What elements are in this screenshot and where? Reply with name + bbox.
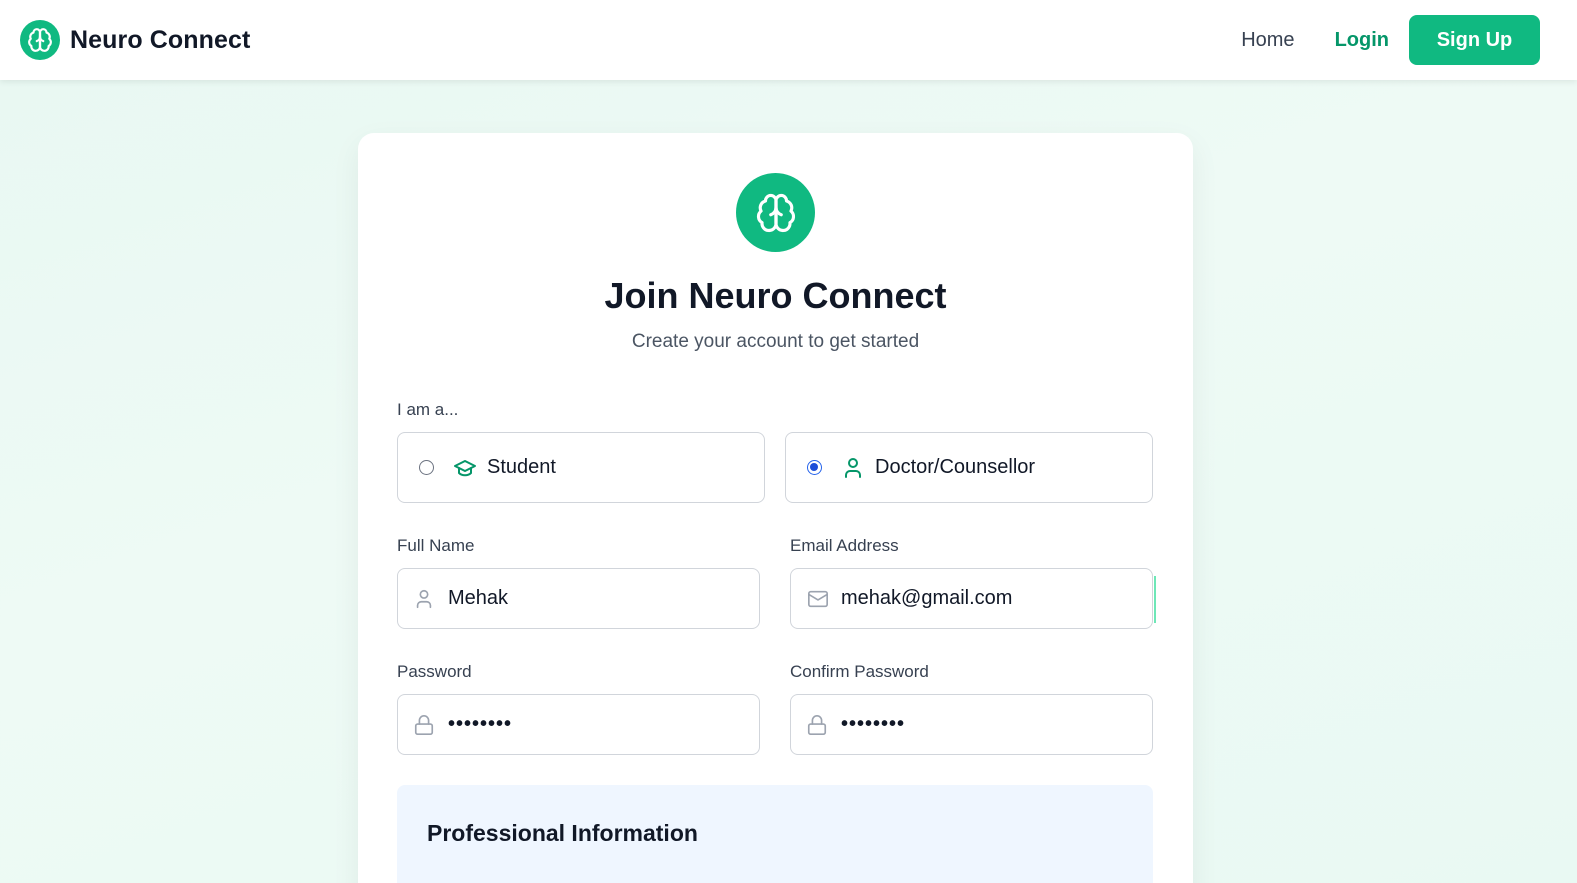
- full-name-field[interactable]: Mehak: [397, 568, 760, 629]
- full-name-label: Full Name: [397, 536, 475, 555]
- graduation-cap-icon: [453, 456, 477, 480]
- main-nav: Home Login Sign Up: [1241, 15, 1540, 65]
- top-navbar: Neuro Connect Home Login Sign Up: [0, 0, 1577, 80]
- nav-login-link[interactable]: Login: [1335, 29, 1389, 52]
- user-icon: [841, 456, 865, 480]
- brain-icon: [736, 173, 815, 252]
- password-value: ••••••••: [448, 713, 513, 735]
- role-doctor-label: Doctor/Counsellor: [875, 456, 1036, 478]
- role-option-doctor[interactable]: Doctor/Counsellor: [785, 432, 1153, 503]
- nav-home-link[interactable]: Home: [1241, 29, 1294, 52]
- lock-icon: [806, 713, 830, 737]
- doctor-radio[interactable]: [807, 460, 822, 475]
- email-value: mehak@gmail.com: [841, 587, 1013, 609]
- confirm-password-label: Confirm Password: [790, 662, 929, 681]
- signup-button[interactable]: Sign Up: [1409, 15, 1540, 65]
- role-student-label: Student: [487, 456, 556, 478]
- mail-icon: [806, 587, 830, 611]
- email-field[interactable]: mehak@gmail.com: [790, 568, 1153, 629]
- full-name-value: Mehak: [448, 587, 509, 609]
- role-option-student[interactable]: Student: [397, 432, 765, 503]
- focus-indicator: [1154, 576, 1156, 623]
- confirm-password-value: ••••••••: [841, 713, 906, 735]
- student-radio[interactable]: [419, 460, 434, 475]
- brand-name: Neuro Connect: [70, 25, 251, 54]
- brain-icon: [20, 20, 60, 60]
- lock-icon: [413, 713, 437, 737]
- professional-info-section: Professional Information: [397, 785, 1153, 883]
- professional-info-title: Professional Information: [427, 820, 698, 846]
- password-field[interactable]: ••••••••: [397, 694, 760, 755]
- user-icon: [413, 587, 437, 611]
- page-subtitle: Create your account to get started: [631, 331, 920, 352]
- password-label: Password: [397, 662, 472, 681]
- brand[interactable]: Neuro Connect: [20, 20, 250, 60]
- page-title: Join Neuro Connect: [604, 275, 947, 316]
- role-label: I am a...: [397, 400, 459, 419]
- signup-card: Join Neuro Connect Create your account t…: [358, 133, 1193, 883]
- confirm-password-field[interactable]: ••••••••: [790, 694, 1153, 755]
- email-label: Email Address: [790, 536, 899, 555]
